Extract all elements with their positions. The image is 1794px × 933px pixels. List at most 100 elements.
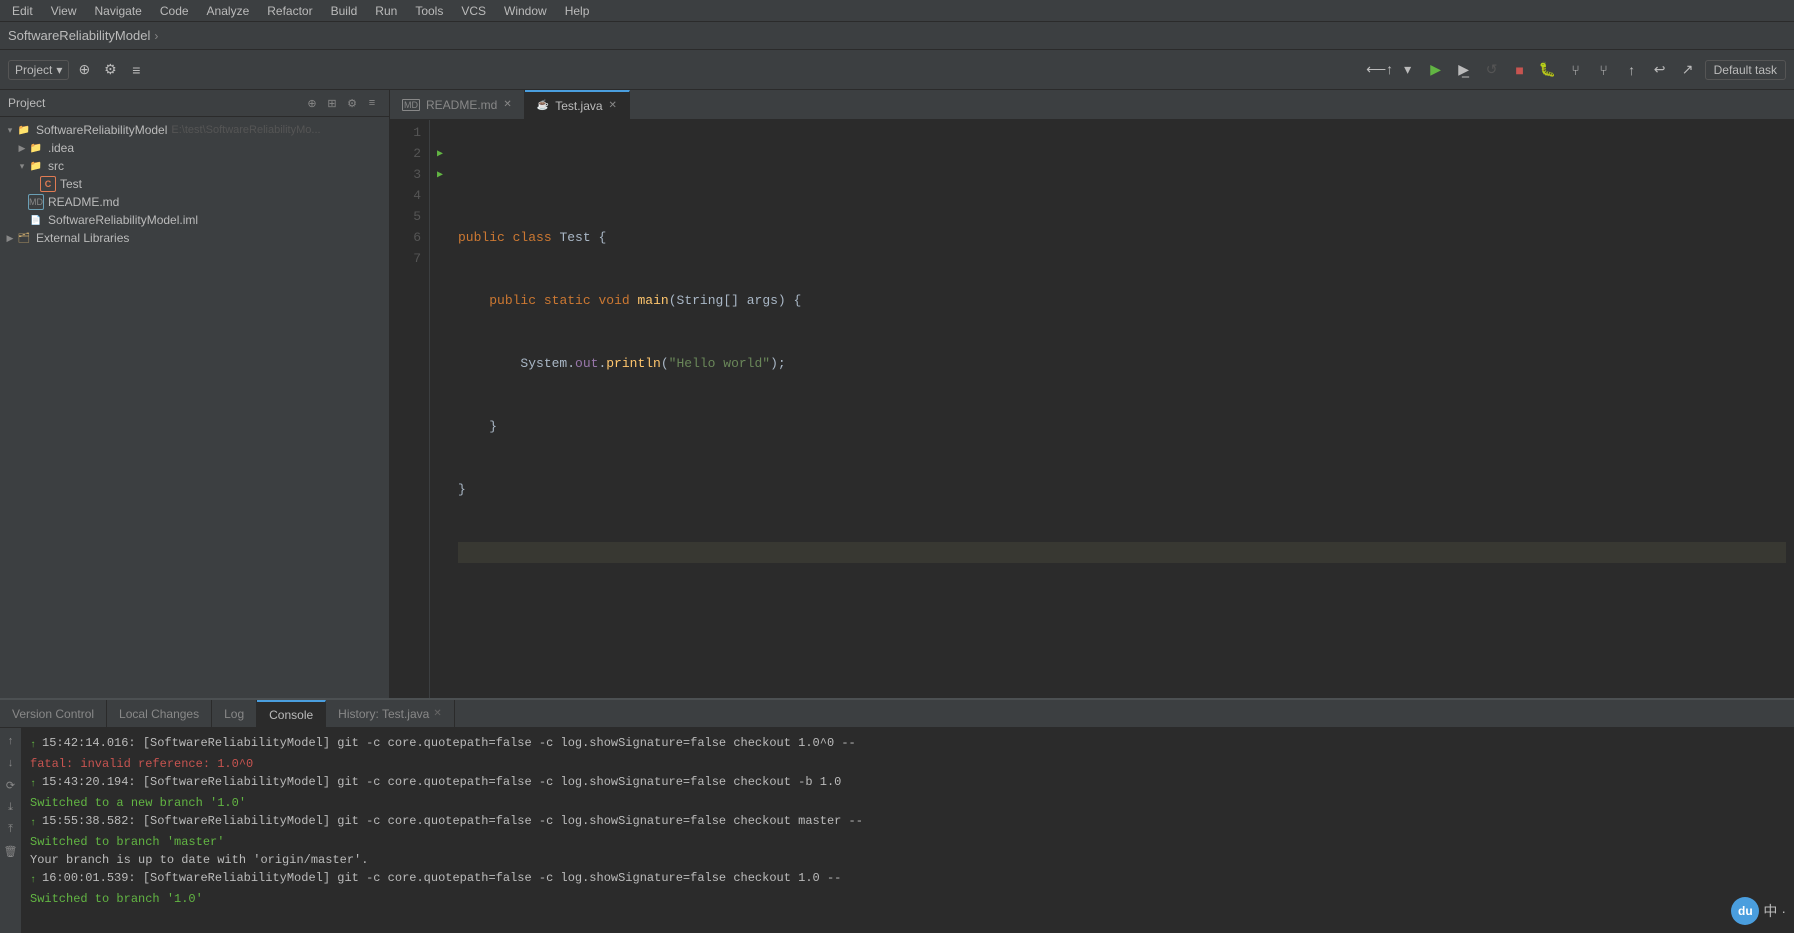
tab-console[interactable]: Console xyxy=(257,700,326,728)
menu-edit[interactable]: Edit xyxy=(4,2,41,20)
cn-icon[interactable]: 中 xyxy=(1763,901,1777,921)
run-button[interactable]: ▶ xyxy=(1425,59,1447,81)
console-up-btn[interactable]: ↑ xyxy=(2,732,20,750)
layout-button[interactable]: ≡ xyxy=(125,59,147,81)
tab-lc-label: Local Changes xyxy=(119,707,199,721)
run-arrow-line3[interactable]: ▶ xyxy=(437,169,443,181)
menu-vcs[interactable]: VCS xyxy=(453,2,494,20)
sync-button[interactable]: ⊕ xyxy=(73,59,95,81)
up-arrow-8: ↑ xyxy=(30,872,36,890)
stop-button[interactable]: ■ xyxy=(1509,59,1531,81)
tree-item-iml[interactable]: 📄 SoftwareReliabilityModel.iml xyxy=(0,211,389,229)
tree-item-readme[interactable]: MD README.md xyxy=(0,193,389,211)
tab-version-control[interactable]: Version Control xyxy=(0,700,107,728)
collapse-arrow-idea: ▶ xyxy=(16,143,28,154)
tab-vc-label: Version Control xyxy=(12,707,94,721)
src-label: src xyxy=(48,159,64,173)
default-task[interactable]: Default task xyxy=(1705,60,1786,80)
sidebar-btn-1[interactable]: ⊕ xyxy=(303,94,321,112)
menu-refactor[interactable]: Refactor xyxy=(259,2,320,20)
console-success-9: Switched to branch '1.0' xyxy=(30,890,203,908)
file-tree: ▾ 📁 SoftwareReliabilityModel E:\test\Sof… xyxy=(0,117,389,698)
menu-bar: Edit View Navigate Code Analyze Refactor… xyxy=(0,0,1794,22)
console-push-btn[interactable]: ⤒ xyxy=(2,820,20,838)
editor-area: MD README.md ✕ ☕ Test.java ✕ 1 2 3 4 5 6… xyxy=(390,90,1794,698)
console-text-1: 15:42:14.016: [SoftwareReliabilityModel]… xyxy=(42,734,856,752)
menu-navigate[interactable]: Navigate xyxy=(86,2,149,20)
sidebar-btn-3[interactable]: ⚙ xyxy=(343,94,361,112)
up-arrow-3: ↑ xyxy=(30,776,36,794)
tree-item-idea[interactable]: ▶ 📁 .idea xyxy=(0,139,389,157)
undo-button[interactable]: ↩ xyxy=(1649,59,1671,81)
debug-button[interactable]: 🐛 xyxy=(1537,59,1559,81)
tab-history-close[interactable]: ✕ xyxy=(433,708,441,719)
du-icon[interactable]: du xyxy=(1731,897,1759,925)
menu-view[interactable]: View xyxy=(43,2,85,20)
console-line-9: Switched to branch '1.0' xyxy=(30,890,1786,908)
tab-testjava-close[interactable]: ✕ xyxy=(609,100,617,111)
code-line-1 xyxy=(458,164,1786,185)
project-selector-label: Project xyxy=(15,63,52,77)
line-numbers: 1 2 3 4 5 6 7 xyxy=(390,120,430,698)
console-down-btn[interactable]: ↓ xyxy=(2,754,20,772)
title-bar: SoftwareReliabilityModel › xyxy=(0,22,1794,50)
test-label: Test xyxy=(60,177,82,191)
root-path: E:\test\SoftwareReliabilityMo... xyxy=(171,124,320,136)
rerun-button[interactable]: ↺ xyxy=(1481,59,1503,81)
menu-tools[interactable]: Tools xyxy=(407,2,451,20)
idea-label: .idea xyxy=(48,141,74,155)
run-arrow-line2[interactable]: ▶ xyxy=(437,148,443,160)
sidebar-btn-4[interactable]: ≡ xyxy=(363,94,381,112)
project-selector[interactable]: Project ▾ xyxy=(8,60,69,80)
menu-window[interactable]: Window xyxy=(496,2,555,20)
console-text-7: Your branch is up to date with 'origin/m… xyxy=(30,851,368,869)
console-body: ↑ ↓ ⟳ ⤓ ⤒ 🗑 ↑ 15:42:14.016: [SoftwareRel… xyxy=(0,728,1794,933)
code-line-6: } xyxy=(458,479,1786,500)
menu-code[interactable]: Code xyxy=(152,2,197,20)
dot-icon[interactable]: · xyxy=(1781,903,1786,919)
code-content[interactable]: public class Test { public static void m… xyxy=(450,120,1794,698)
project-title: SoftwareReliabilityModel xyxy=(8,28,150,43)
git-merge-icon[interactable]: ⑂ xyxy=(1593,59,1615,81)
tab-readme-close[interactable]: ✕ xyxy=(503,99,511,110)
vcs-dropdown-icon[interactable]: ▾ xyxy=(1397,59,1419,81)
code-line-4: System.out.println("Hello world"); xyxy=(458,353,1786,374)
console-fetch-btn[interactable]: ⤓ xyxy=(2,798,20,816)
console-success-6: Switched to branch 'master' xyxy=(30,833,224,851)
git-branch-icon[interactable]: ⑂ xyxy=(1565,59,1587,81)
tab-readme[interactable]: MD README.md ✕ xyxy=(390,90,525,120)
bottom-right-icons: du 中 · xyxy=(1731,897,1786,925)
tree-item-extlibs[interactable]: ▶ 🗂 External Libraries xyxy=(0,229,389,247)
settings-button[interactable]: ⚙ xyxy=(99,59,121,81)
menu-build[interactable]: Build xyxy=(323,2,366,20)
tree-item-test[interactable]: C Test xyxy=(0,175,389,193)
folder-icon-idea: 📁 xyxy=(28,140,44,156)
tree-item-src[interactable]: ▾ 📁 src xyxy=(0,157,389,175)
vcs-update-icon[interactable]: ⟵↑ xyxy=(1369,59,1391,81)
code-editor[interactable]: 1 2 3 4 5 6 7 ▶ ▶ public class Test { xyxy=(390,120,1794,698)
sidebar-btn-2[interactable]: ⊞ xyxy=(323,94,341,112)
menu-help[interactable]: Help xyxy=(557,2,598,20)
tab-testjava[interactable]: ☕ Test.java ✕ xyxy=(525,90,630,120)
menu-analyze[interactable]: Analyze xyxy=(199,2,258,20)
console-line-7: Your branch is up to date with 'origin/m… xyxy=(30,851,1786,869)
tab-history[interactable]: History: Test.java ✕ xyxy=(326,700,455,728)
bottom-tabs: Version Control Local Changes Log Consol… xyxy=(0,700,1794,728)
chevron-down-icon: ▾ xyxy=(56,63,62,77)
title-arrow: › xyxy=(154,29,158,43)
git-push-icon[interactable]: ↑ xyxy=(1621,59,1643,81)
console-left-toolbar: ↑ ↓ ⟳ ⤓ ⤒ 🗑 xyxy=(0,728,22,933)
external-link-icon[interactable]: ↗ xyxy=(1677,59,1699,81)
sidebar: Project ⊕ ⊞ ⚙ ≡ ▾ 📁 SoftwareReliabilityM… xyxy=(0,90,390,698)
console-line-8: ↑ 16:00:01.539: [SoftwareReliabilityMode… xyxy=(30,869,1786,890)
console-update-btn[interactable]: ⟳ xyxy=(2,776,20,794)
code-line-3: public static void main(String[] args) { xyxy=(458,290,1786,311)
tree-item-root[interactable]: ▾ 📁 SoftwareReliabilityModel E:\test\Sof… xyxy=(0,121,389,139)
tab-history-label: History: Test.java xyxy=(338,707,429,721)
tab-log[interactable]: Log xyxy=(212,700,257,728)
console-delete-btn[interactable]: 🗑 xyxy=(2,842,20,860)
coverage-button[interactable]: ▶̲ xyxy=(1453,59,1475,81)
bottom-panel: Version Control Local Changes Log Consol… xyxy=(0,698,1794,933)
menu-run[interactable]: Run xyxy=(367,2,405,20)
tab-local-changes[interactable]: Local Changes xyxy=(107,700,212,728)
